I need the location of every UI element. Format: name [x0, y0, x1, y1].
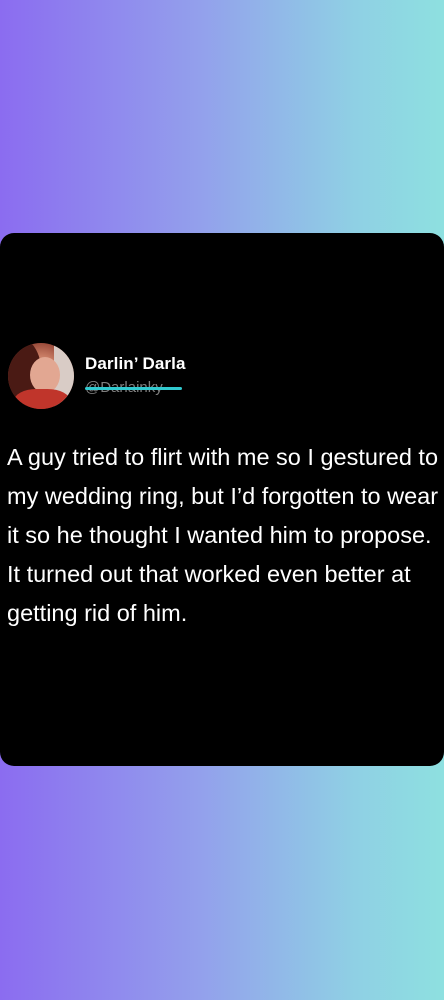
tweet-text: A guy tried to flirt with me so I gestur…	[7, 444, 439, 626]
display-name[interactable]: Darlin’ Darla	[85, 354, 186, 374]
tweet-card: Darlin’ Darla @Darlainky A guy tried to …	[0, 233, 444, 766]
avatar[interactable]	[8, 343, 74, 409]
handle-redaction-line	[85, 387, 182, 390]
avatar-shirt	[14, 389, 70, 409]
avatar-face	[30, 357, 60, 393]
